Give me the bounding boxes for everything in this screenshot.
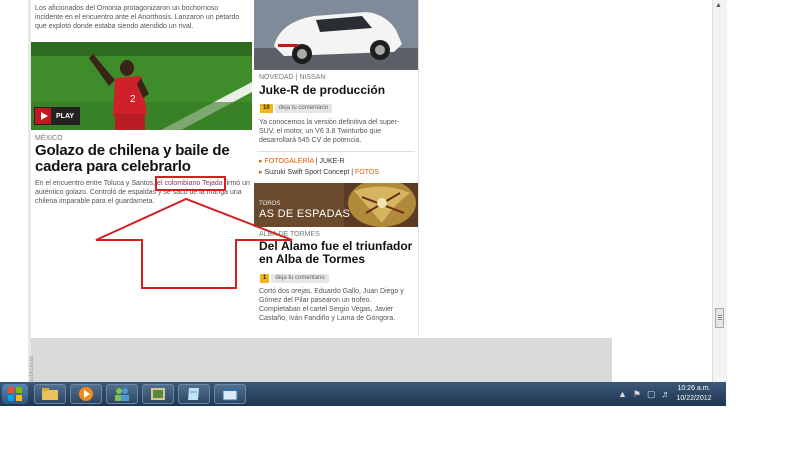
flag-icon[interactable]: ⚑ xyxy=(633,389,641,400)
explorer-folder-icon[interactable] xyxy=(34,384,66,404)
clock-time: 10:26 a.m. xyxy=(677,385,711,392)
media-player-icon[interactable] xyxy=(70,384,102,404)
windows-logo-icon xyxy=(8,387,22,401)
network-people-icon[interactable] xyxy=(106,384,138,404)
notes-icon[interactable] xyxy=(178,384,210,404)
window-icon[interactable] xyxy=(214,384,246,404)
photo-gallery-icon[interactable] xyxy=(142,384,174,404)
monitor-icon[interactable]: ▢ xyxy=(647,389,656,400)
start-button[interactable] xyxy=(2,384,28,404)
system-tray: ▲ ⚑ ▢ ♬ xyxy=(612,382,671,406)
system-clock[interactable]: 10:26 a.m. 10/22/2012 xyxy=(666,384,722,404)
windows-taskbar: ▲ ⚑ ▢ ♬ 10:26 a.m. 10/22/2012 xyxy=(0,382,726,406)
show-hidden-icons-icon[interactable]: ▲ xyxy=(618,389,627,399)
clock-date: 10/22/2012 xyxy=(676,395,712,402)
